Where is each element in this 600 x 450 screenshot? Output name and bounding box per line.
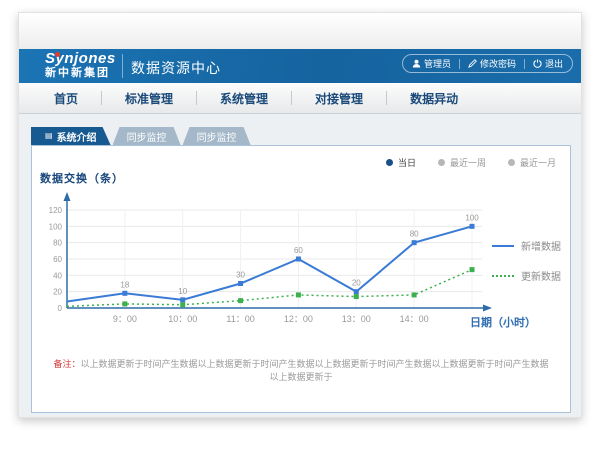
change-password-button[interactable]: 修改密码 xyxy=(468,57,516,70)
nav-item-data-change[interactable]: 数据异动 xyxy=(387,90,481,107)
filter-label: 最近一月 xyxy=(520,156,556,169)
legend-label: 更新数据 xyxy=(521,268,561,283)
svg-text:13：00: 13：00 xyxy=(342,314,371,324)
time-range-filter: 当日 最近一周 最近一月 xyxy=(386,156,556,169)
svg-text:100: 100 xyxy=(49,222,63,231)
svg-text:20: 20 xyxy=(53,288,62,297)
header-divider xyxy=(122,54,123,78)
svg-text:0: 0 xyxy=(58,304,63,313)
chart-panel: 当日 最近一周 最近一月 数据交换（条） 0 20 40 60 80 100 120 9：00… xyxy=(31,145,571,413)
window-top-strip xyxy=(19,13,581,49)
legend-item-new-data[interactable]: 新增数据 xyxy=(492,238,561,253)
svg-text:80: 80 xyxy=(410,230,419,239)
legend-item-updated-data[interactable]: 更新数据 xyxy=(492,268,561,283)
edit-icon xyxy=(468,59,477,68)
legend-label: 新增数据 xyxy=(521,238,561,253)
filter-today[interactable]: 当日 xyxy=(386,156,416,169)
current-user-label: 管理员 xyxy=(424,57,451,70)
nav-item-interface-mgmt[interactable]: 对接管理 xyxy=(292,90,386,107)
footnote-text: 以上数据更新于时间产生数据以上数据更新于时间产生数据以上数据更新于时间产生数据以… xyxy=(81,359,549,382)
logo-accent-dot xyxy=(55,52,60,57)
tab-bar: ▤ 系统介绍 同步监控 同步监控 xyxy=(31,127,253,145)
svg-text:12：00: 12：00 xyxy=(284,314,313,324)
svg-text:80: 80 xyxy=(53,239,62,248)
nav-item-system-mgmt[interactable]: 系统管理 xyxy=(197,90,291,107)
user-toolbar: 管理员 修改密码 退出 xyxy=(402,54,573,73)
dotted-line-swatch-icon xyxy=(492,275,514,277)
change-password-label: 修改密码 xyxy=(480,57,516,70)
radio-dot-icon xyxy=(386,159,393,166)
filter-label: 最近一周 xyxy=(450,156,486,169)
current-user-button[interactable]: 管理员 xyxy=(412,57,451,70)
footnote-prefix: 备注： xyxy=(53,359,80,369)
filter-last-week[interactable]: 最近一周 xyxy=(438,156,486,169)
y-axis-title: 数据交换（条） xyxy=(40,170,124,186)
svg-text:18: 18 xyxy=(120,280,129,289)
tab-label: 系统介绍 xyxy=(57,129,97,144)
filter-last-month[interactable]: 最近一月 xyxy=(508,156,556,169)
nav-item-home[interactable]: 首页 xyxy=(31,90,101,107)
x-axis-title: 日期（小时） xyxy=(470,314,536,330)
nav-item-standard-mgmt[interactable]: 标准管理 xyxy=(102,90,196,107)
tab-label: 同步监控 xyxy=(127,129,167,144)
svg-text:11：00: 11：00 xyxy=(226,314,254,324)
logo-text-cn: 新中新集团 xyxy=(45,68,116,79)
svg-text:9：00: 9：00 xyxy=(113,314,137,324)
brand-logo: Synjones 新中新集团 xyxy=(45,51,116,79)
userbar-divider xyxy=(524,59,525,69)
tab-label: 同步监控 xyxy=(197,129,237,144)
app-window: Synjones 新中新集团 数据资源中心 管理员 修改密码 退出 首页 标准管… xyxy=(18,12,582,418)
footnote: 备注：以上数据更新于时间产生数据以上数据更新于时间产生数据以上数据更新于时间产生… xyxy=(52,358,550,383)
svg-text:10: 10 xyxy=(178,287,187,296)
svg-text:20: 20 xyxy=(352,279,361,288)
logout-label: 退出 xyxy=(545,57,563,70)
radio-dot-icon xyxy=(508,159,515,166)
page-title: 数据资源中心 xyxy=(131,58,221,78)
content-area: ▤ 系统介绍 同步监控 同步监控 当日 最近一周 xyxy=(19,114,581,417)
tab-sync-monitor-2[interactable]: 同步监控 xyxy=(183,127,251,145)
solid-line-swatch-icon xyxy=(492,245,514,247)
power-icon xyxy=(533,59,542,68)
svg-text:40: 40 xyxy=(53,271,62,280)
user-icon xyxy=(412,59,421,68)
main-nav: 首页 标准管理 系统管理 对接管理 数据异动 xyxy=(19,83,581,114)
svg-text:14：00: 14：00 xyxy=(400,314,429,324)
tab-system-intro[interactable]: ▤ 系统介绍 xyxy=(31,127,111,145)
svg-text:30: 30 xyxy=(236,271,245,280)
chart-legend: 新增数据 更新数据 xyxy=(492,238,561,298)
logout-button[interactable]: 退出 xyxy=(533,57,563,70)
svg-text:60: 60 xyxy=(53,255,62,264)
filter-label: 当日 xyxy=(398,156,416,169)
app-header: Synjones 新中新集团 数据资源中心 管理员 修改密码 退出 xyxy=(19,49,581,83)
svg-text:60: 60 xyxy=(294,246,303,255)
svg-text:120: 120 xyxy=(49,206,63,215)
userbar-divider xyxy=(459,59,460,69)
document-icon: ▤ xyxy=(45,132,53,140)
radio-dot-icon xyxy=(438,159,445,166)
svg-text:100: 100 xyxy=(465,213,479,222)
tab-sync-monitor-1[interactable]: 同步监控 xyxy=(113,127,181,145)
svg-text:10：00: 10：00 xyxy=(168,314,197,324)
